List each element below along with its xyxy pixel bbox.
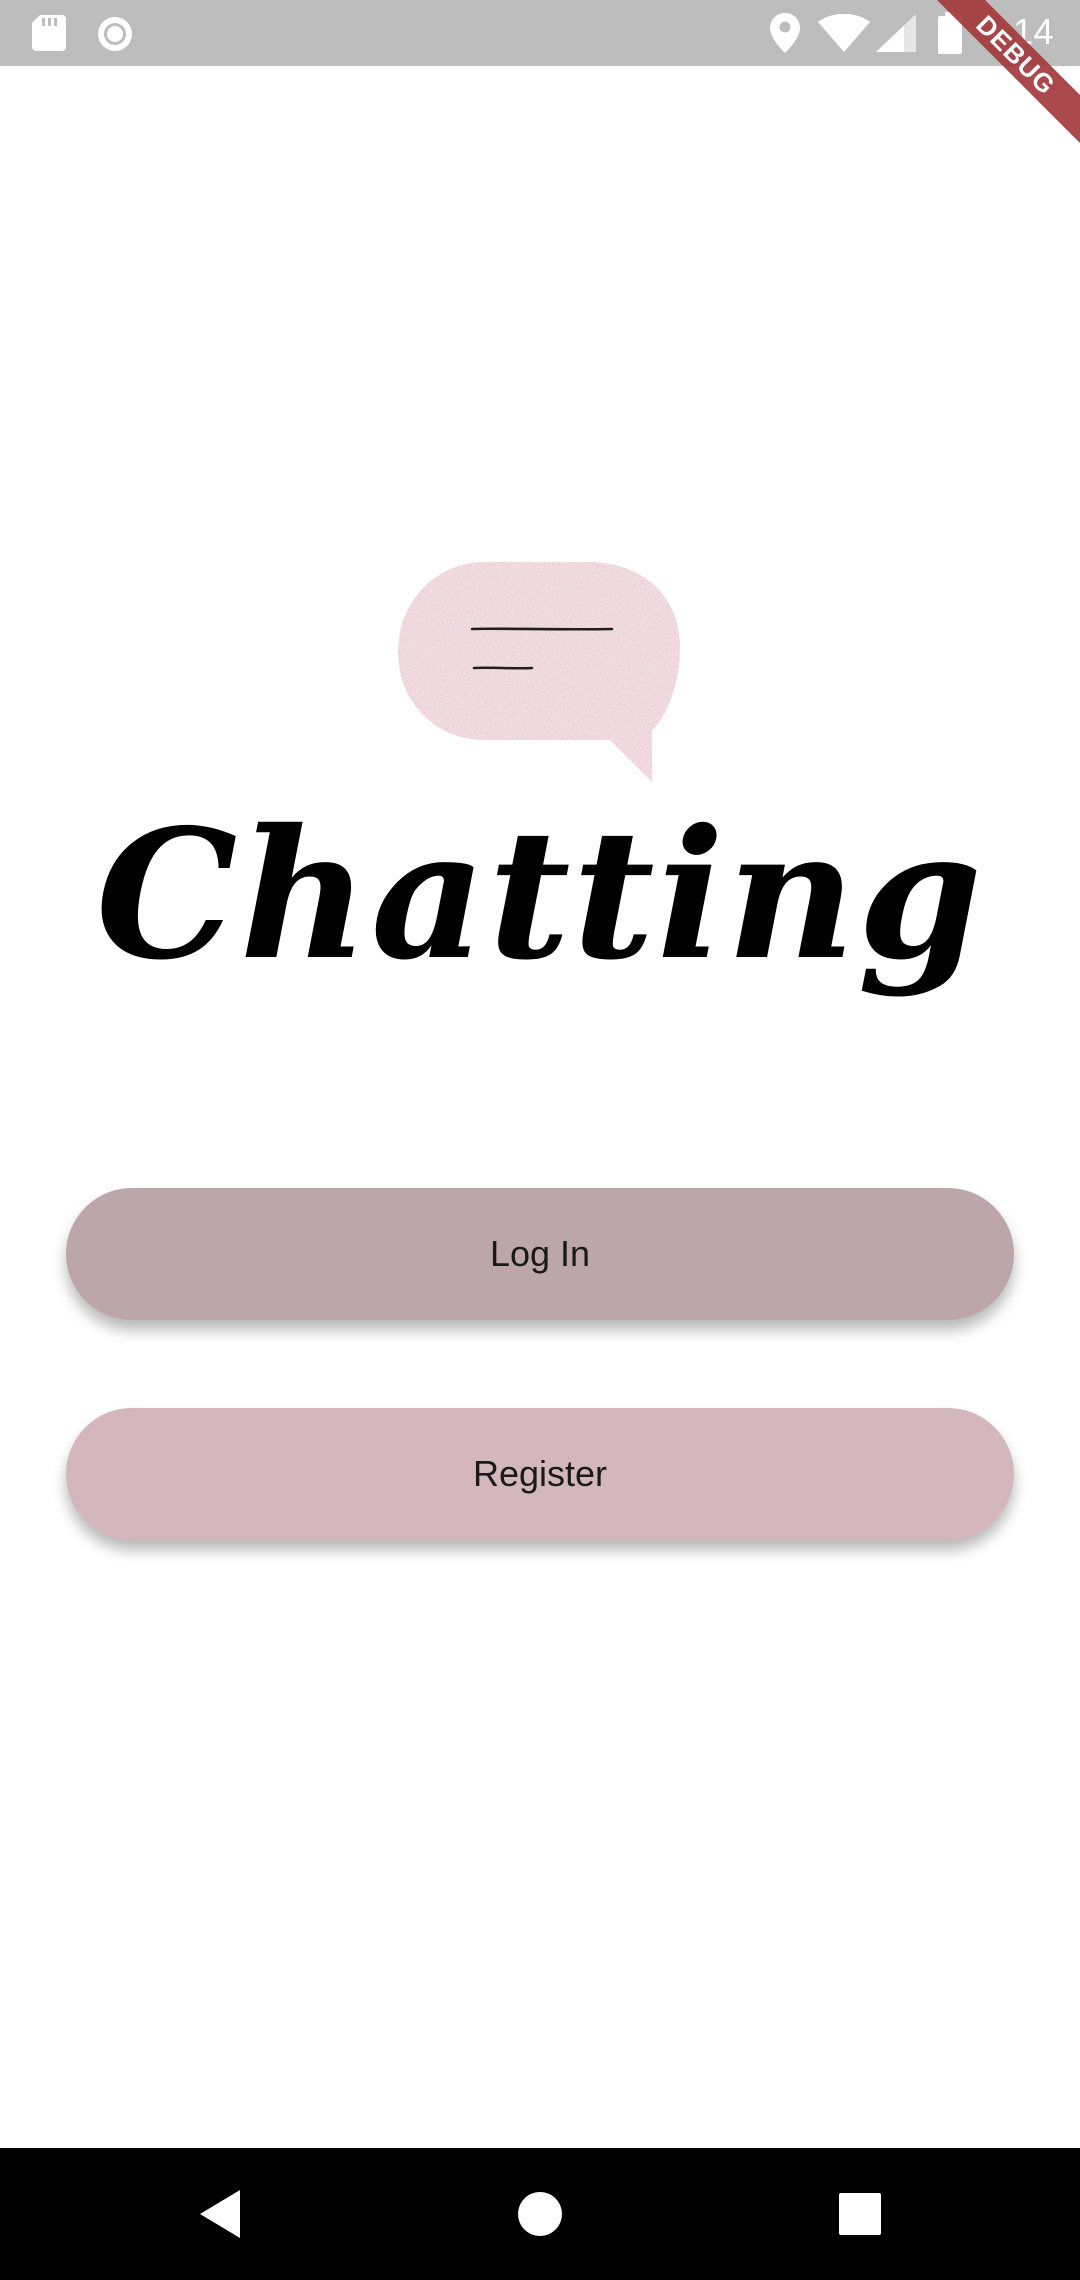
- location-icon: [770, 13, 800, 53]
- status-time: 1:14: [982, 11, 1055, 52]
- login-button[interactable]: Log In: [66, 1188, 1014, 1320]
- chat-bubble-icon: [398, 562, 680, 782]
- record-icon: [98, 17, 132, 51]
- recent-apps-icon[interactable]: [830, 2184, 890, 2244]
- register-button[interactable]: Register: [66, 1408, 1014, 1540]
- status-bar: 1:14: [0, 0, 1080, 66]
- wifi-icon: [818, 14, 870, 52]
- signal-icon: [876, 14, 916, 52]
- navigation-bar: [0, 2148, 1080, 2280]
- sd-card-icon: [32, 15, 66, 51]
- home-icon[interactable]: [510, 2184, 570, 2244]
- app-title: Chatting: [95, 790, 985, 999]
- back-icon[interactable]: [190, 2184, 250, 2244]
- battery-icon: [938, 12, 962, 54]
